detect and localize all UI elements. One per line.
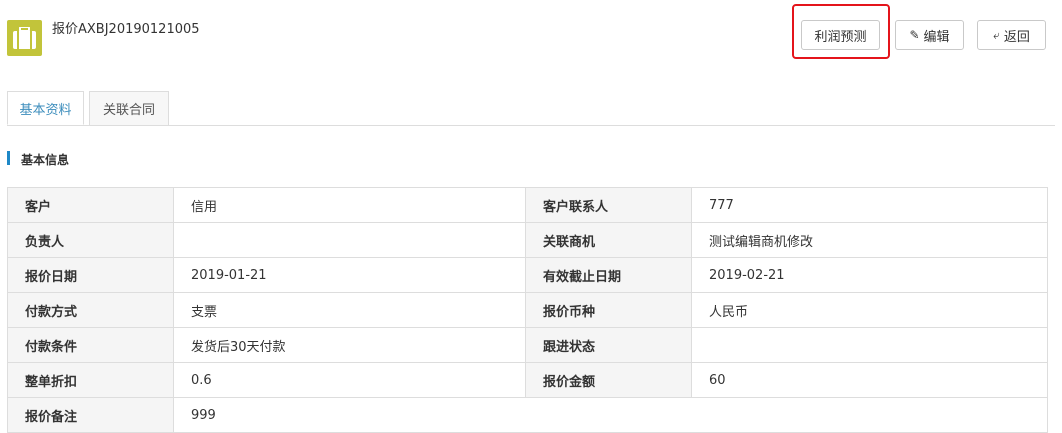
back-arrow-icon: ⤶	[993, 28, 1000, 42]
profit-forecast-button[interactable]: 利润预测	[801, 20, 880, 50]
info-table: 客户 信用 客户联系人 777 负责人 关联商机 测试编辑商机修改 报价日期 2…	[7, 187, 1048, 433]
tab-related-contracts-label: 关联合同	[102, 103, 155, 118]
field-value: 支票	[173, 292, 526, 328]
field-label: 负责人	[7, 222, 174, 258]
field-label: 付款方式	[7, 292, 174, 328]
back-label: 返回	[1003, 29, 1030, 45]
table-row: 整单折扣 0.6 报价金额 60	[7, 362, 1048, 398]
edit-button[interactable]: ✎ 编辑	[895, 20, 964, 50]
section-marker	[7, 151, 10, 165]
field-value: 2019-02-21	[691, 257, 1048, 293]
table-row: 负责人 关联商机 测试编辑商机修改	[7, 222, 1048, 258]
field-value: 测试编辑商机修改	[691, 222, 1048, 258]
field-label: 报价日期	[7, 257, 174, 293]
field-label: 报价币种	[525, 292, 692, 328]
table-row: 报价备注 999	[7, 397, 1048, 433]
briefcase-icon	[7, 20, 42, 56]
field-value: 60	[691, 362, 1048, 398]
field-value: 发货后30天付款	[173, 327, 526, 363]
tab-basic-info[interactable]: 基本资料	[7, 91, 84, 125]
profit-forecast-label: 利润预测	[814, 29, 867, 45]
field-label: 客户	[7, 187, 174, 223]
table-row: 付款条件 发货后30天付款 跟进状态	[7, 327, 1048, 363]
field-value	[173, 222, 526, 258]
section-title: 基本信息	[21, 153, 70, 167]
edit-icon: ✎	[909, 28, 920, 42]
field-value: 777	[691, 187, 1048, 223]
field-value	[691, 327, 1048, 363]
field-value: 人民币	[691, 292, 1048, 328]
page-header: 报价AXBJ20190121005 利润预测 ✎ 编辑 ⤶ 返回	[0, 0, 1062, 80]
field-label: 整单折扣	[7, 362, 174, 398]
field-label: 关联商机	[525, 222, 692, 258]
field-label: 付款条件	[7, 327, 174, 363]
field-value: 0.6	[173, 362, 526, 398]
field-label: 客户联系人	[525, 187, 692, 223]
field-label: 有效截止日期	[525, 257, 692, 293]
field-label: 报价备注	[7, 397, 174, 433]
field-label: 跟进状态	[525, 327, 692, 363]
back-button[interactable]: ⤶ 返回	[977, 20, 1046, 50]
table-row: 报价日期 2019-01-21 有效截止日期 2019-02-21	[7, 257, 1048, 293]
field-value: 信用	[173, 187, 526, 223]
tab-bar: 基本资料 关联合同	[7, 91, 1055, 126]
field-label: 报价金额	[525, 362, 692, 398]
table-row: 客户 信用 客户联系人 777	[7, 187, 1048, 223]
field-value: 999	[173, 397, 1048, 433]
page-title: 报价AXBJ20190121005	[52, 22, 200, 37]
table-row: 付款方式 支票 报价币种 人民币	[7, 292, 1048, 328]
tab-basic-info-label: 基本资料	[19, 102, 72, 118]
field-value: 2019-01-21	[173, 257, 526, 293]
edit-label: 编辑	[923, 29, 950, 45]
tab-related-contracts[interactable]: 关联合同	[89, 91, 169, 125]
